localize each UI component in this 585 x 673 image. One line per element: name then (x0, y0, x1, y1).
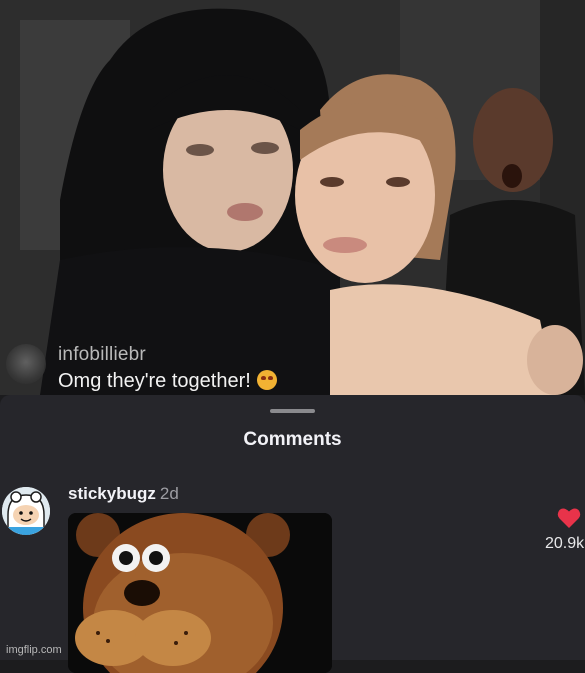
story-caption-text: Omg they're together! (58, 370, 251, 392)
comment-timestamp: 2d (159, 484, 179, 503)
story-author-avatar[interactable] (6, 344, 46, 384)
story-photo: infobilliebr Omg they're together! (0, 0, 585, 395)
story-caption-overlay: infobilliebr Omg they're together! (0, 336, 585, 395)
story-caption: Omg they're together! (58, 370, 277, 393)
comments-title: Comments (243, 429, 342, 450)
animatronic-bear-image (68, 513, 332, 673)
comments-sheet: Comments stickybugz 2d 20.9k (0, 395, 585, 673)
cartoon-avatar-icon (2, 487, 50, 535)
comment-username[interactable]: stickybugz (68, 484, 156, 503)
comment-author: stickybugz 2d (68, 484, 179, 504)
watermark: imgflip.com (6, 644, 62, 656)
like-count: 20.9k (545, 535, 585, 552)
heart-icon[interactable] (557, 507, 581, 529)
avatar[interactable] (2, 487, 50, 535)
story-author-username[interactable]: infobilliebr (58, 344, 146, 366)
sheet-grabber-handle[interactable] (270, 409, 315, 413)
comment-image[interactable] (68, 513, 332, 673)
smiling-face-with-heart-eyes-icon (256, 370, 277, 390)
